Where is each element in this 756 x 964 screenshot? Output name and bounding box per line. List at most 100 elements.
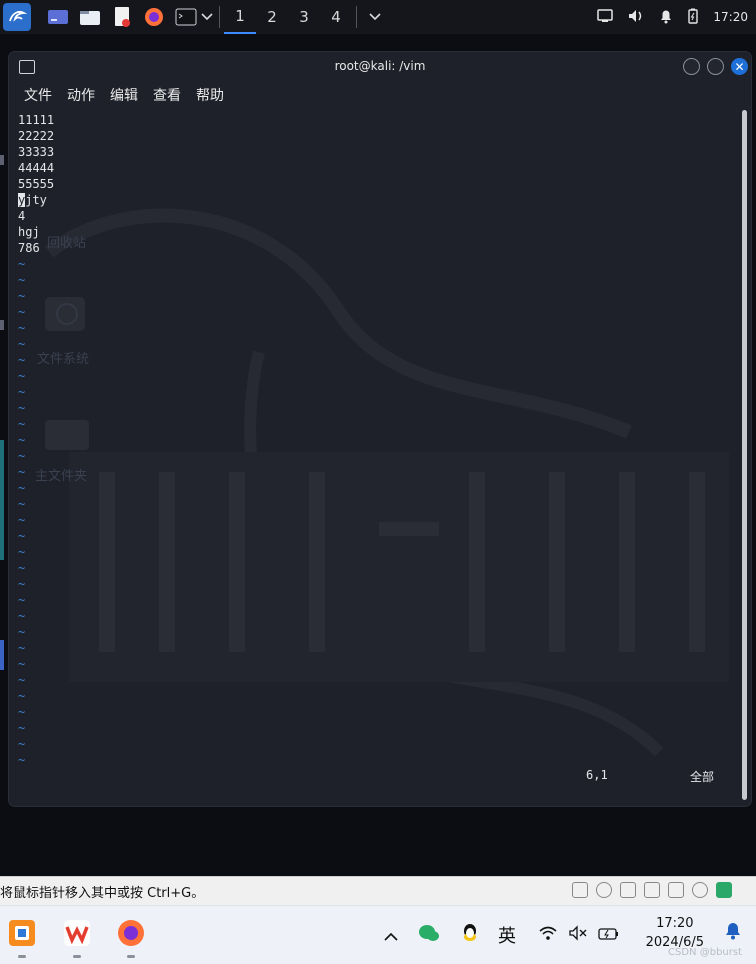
battery-icon[interactable]	[687, 8, 699, 27]
vim-line: 22222	[18, 129, 55, 143]
vim-empty-line-tilde: ~	[18, 305, 26, 319]
vim-empty-line-tilde: ~	[18, 353, 26, 367]
minimize-button[interactable]	[683, 58, 700, 75]
vim-empty-line-tilde: ~	[18, 705, 26, 719]
vim-buffer[interactable]: 11111 22222 33333 44444 55555 yjty 4 hgj 786 ~ ~ ~ ~…	[18, 112, 718, 768]
vim-empty-line-tilde: ~	[18, 369, 26, 383]
vim-empty-line-tilde: ~	[18, 497, 26, 511]
vim-empty-line-tilde: ~	[18, 657, 26, 671]
wechat-icon[interactable]	[418, 923, 440, 947]
vim-line: 11111	[18, 113, 55, 127]
vim-empty-line-tilde: ~	[18, 401, 26, 415]
clock-time: 17:20	[656, 916, 694, 931]
message-icon[interactable]	[716, 882, 732, 898]
vim-line: 33333	[18, 145, 55, 159]
vim-scroll-scope: 全部	[690, 770, 715, 784]
system-tray: 17:20	[597, 0, 748, 34]
menu-file[interactable]: 文件	[24, 85, 52, 105]
panel-separator	[219, 6, 220, 28]
vim-empty-line-tilde: ~	[18, 673, 26, 687]
qq-icon[interactable]	[460, 922, 480, 948]
cdrom-icon[interactable]	[596, 882, 612, 898]
vim-empty-line-tilde: ~	[18, 625, 26, 639]
harddisk-icon[interactable]	[572, 882, 588, 898]
workspace-2[interactable]: 2	[256, 0, 288, 34]
vim-empty-line-tilde: ~	[18, 529, 26, 543]
vim-empty-line-tilde: ~	[18, 753, 26, 767]
running-indicator	[127, 955, 135, 958]
vim-line: 4	[18, 209, 26, 223]
desktop-icon[interactable]	[45, 4, 71, 30]
vim-empty-line-tilde: ~	[18, 417, 26, 431]
menu-view[interactable]: 查看	[153, 85, 181, 105]
wps-app-icon[interactable]	[60, 916, 94, 958]
vim-empty-line-tilde: ~	[18, 609, 26, 623]
vm-hint-message: 将鼠标指针移入其中或按 Ctrl+G。	[0, 885, 205, 901]
scrollbar[interactable]	[742, 110, 747, 800]
terminal-window: 回收站 文件系统 主文件夹 root@kali: /vim ✕ 文件 动作 编辑…	[9, 52, 751, 806]
menu-action[interactable]: 动作	[67, 85, 95, 105]
maximize-button[interactable]	[707, 58, 724, 75]
desktop-edge-mark	[0, 320, 4, 330]
ime-indicator[interactable]: 英	[498, 922, 516, 948]
taskbar-tray: 英	[384, 906, 620, 964]
vim-cursor-position: 6,1	[586, 768, 608, 782]
vim-empty-line-tilde: ~	[18, 641, 26, 655]
vm-status-bar: 将鼠标指针移入其中或按 Ctrl+G。	[0, 876, 756, 905]
vim-line: 55555	[18, 177, 55, 191]
menu-help[interactable]: 帮助	[196, 85, 224, 105]
vm-device-icons	[572, 882, 732, 898]
workspace-1[interactable]: 1	[224, 0, 256, 34]
vim-line-text: jty	[25, 193, 47, 207]
panel-clock[interactable]: 17:20	[713, 10, 748, 24]
notification-bell-icon[interactable]	[724, 920, 742, 944]
vim-empty-line-tilde: ~	[18, 737, 26, 751]
kali-menu-icon[interactable]	[3, 3, 31, 31]
battery-charging-icon[interactable]	[598, 926, 620, 945]
file-manager-icon[interactable]	[77, 4, 103, 30]
windows-taskbar: 英 17:20 2024/6/5 CSDN @bburst	[0, 905, 756, 964]
text-editor-icon[interactable]	[109, 4, 135, 30]
desktop-edge-mark	[0, 440, 4, 560]
vim-empty-line-tilde: ~	[18, 257, 26, 271]
workspace-4[interactable]: 4	[320, 0, 352, 34]
vim-line: 44444	[18, 161, 55, 175]
chevron-down-icon[interactable]	[367, 4, 383, 30]
chevron-up-icon[interactable]	[384, 926, 398, 945]
volume-icon[interactable]	[627, 8, 645, 27]
vim-line: hgj	[18, 225, 40, 239]
volume-muted-icon[interactable]	[568, 925, 588, 945]
printer-icon[interactable]	[644, 882, 660, 898]
network-icon[interactable]	[620, 882, 636, 898]
firefox-icon[interactable]	[114, 916, 148, 958]
wifi-icon[interactable]	[538, 925, 558, 945]
panel-separator	[356, 6, 357, 28]
close-button[interactable]: ✕	[731, 58, 748, 75]
notification-bell-icon[interactable]	[659, 8, 673, 27]
sound-icon[interactable]	[668, 882, 684, 898]
usb-icon[interactable]	[692, 882, 708, 898]
terminal-icon[interactable]	[173, 4, 199, 30]
menu-bar: 文件 动作 编辑 查看 帮助	[9, 82, 751, 108]
vim-empty-line-tilde: ~	[18, 465, 26, 479]
window-titlebar[interactable]: root@kali: /vim ✕	[9, 52, 751, 82]
vim-empty-line-tilde: ~	[18, 513, 26, 527]
workspace-3[interactable]: 3	[288, 0, 320, 34]
desktop-edge-mark	[0, 155, 4, 165]
chevron-down-icon[interactable]	[199, 4, 215, 30]
firefox-icon[interactable]	[141, 4, 167, 30]
menu-edit[interactable]: 编辑	[110, 85, 138, 105]
csdn-watermark: CSDN @bburst	[668, 947, 742, 958]
vim-empty-line-tilde: ~	[18, 481, 26, 495]
running-indicator	[73, 955, 81, 958]
vim-empty-line-tilde: ~	[18, 385, 26, 399]
window-title: root@kali: /vim	[334, 59, 426, 73]
vim-empty-line-tilde: ~	[18, 689, 26, 703]
vim-empty-line-tilde: ~	[18, 577, 26, 591]
display-icon[interactable]	[597, 8, 614, 26]
vim-empty-line-tilde: ~	[18, 545, 26, 559]
vmware-app-icon[interactable]	[5, 916, 39, 958]
vim-empty-line-tilde: ~	[18, 433, 26, 447]
kali-top-panel: 1 2 3 4 17:20	[0, 0, 756, 34]
vim-empty-line-tilde: ~	[18, 337, 26, 351]
